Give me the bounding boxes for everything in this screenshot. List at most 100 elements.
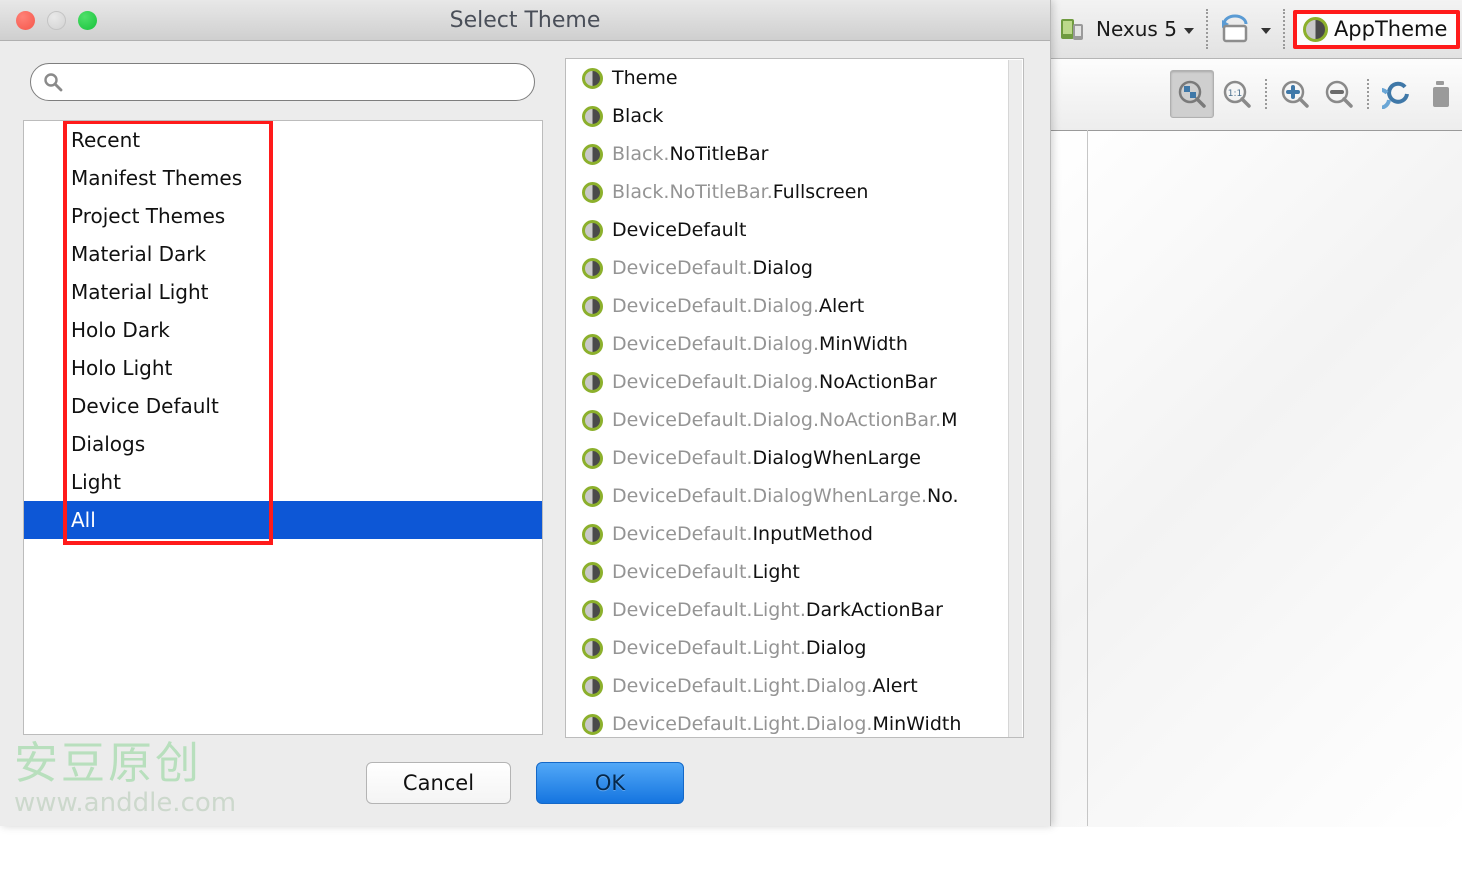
theme-prefix: DeviceDefault.Dialog. xyxy=(612,333,819,355)
theme-item[interactable]: DeviceDefault.Light.DarkActionBar xyxy=(566,591,1023,629)
theme-leaf: InputMethod xyxy=(752,523,873,545)
theme-prefix: DeviceDefault.Light. xyxy=(612,637,806,659)
theme-contrast-icon xyxy=(582,713,603,735)
theme-name-list[interactable]: Theme Black Black.NoTitleBar Black.NoTit… xyxy=(565,58,1024,738)
theme-contrast-icon xyxy=(582,637,603,659)
theme-contrast-icon xyxy=(582,333,603,355)
rotate-landscape-icon xyxy=(1221,14,1248,43)
theme-contrast-icon xyxy=(582,409,603,431)
theme-item[interactable]: DeviceDefault.Light.Dialog.Alert xyxy=(566,667,1023,705)
category-item-material-light[interactable]: Material Light xyxy=(24,273,542,311)
preview-zoom-toolbar: 1:1 xyxy=(1050,58,1462,130)
chevron-down-icon xyxy=(1183,28,1194,34)
theme-contrast-icon xyxy=(582,105,603,127)
chevron-down-icon-2 xyxy=(1260,28,1271,34)
ok-button[interactable]: OK xyxy=(536,762,684,804)
theme-contrast-icon xyxy=(582,561,603,583)
category-item-manifest-themes[interactable]: Manifest Themes xyxy=(24,159,542,197)
theme-prefix: DeviceDefault.Light.Dialog. xyxy=(612,675,873,697)
cancel-button[interactable]: Cancel xyxy=(366,762,511,804)
theme-item[interactable]: DeviceDefault.Light.Dialog xyxy=(566,629,1023,667)
theme-leaf: MinWidth xyxy=(872,713,962,735)
zoom-to-fit-icon[interactable] xyxy=(1170,70,1214,118)
theme-item[interactable]: DeviceDefault.Dialog.MinWidth xyxy=(566,325,1023,363)
category-item-project-themes[interactable]: Project Themes xyxy=(24,197,542,235)
theme-item[interactable]: DeviceDefault.Dialog xyxy=(566,249,1023,287)
theme-leaf: Dialog xyxy=(752,257,813,279)
theme-contrast-icon xyxy=(1302,16,1328,42)
search-box[interactable] xyxy=(30,63,535,101)
category-item-recent[interactable]: Recent xyxy=(24,121,542,159)
device-phone-tablet-icon xyxy=(1061,19,1083,40)
category-item-material-dark[interactable]: Material Dark xyxy=(24,235,542,273)
theme-contrast-icon xyxy=(582,485,603,507)
theme-item[interactable]: DeviceDefault.Dialog.Alert xyxy=(566,287,1023,325)
theme-contrast-icon xyxy=(582,181,603,203)
orientation-selector[interactable] xyxy=(1210,0,1281,58)
device-selector[interactable]: Nexus 5 xyxy=(1050,0,1204,58)
theme-contrast-icon xyxy=(582,67,603,89)
search-input[interactable] xyxy=(71,71,515,93)
dialog-button-row: Cancel OK xyxy=(0,762,1050,804)
toolbar-separator xyxy=(1265,79,1267,109)
theme-category-list[interactable]: Recent Manifest Themes Project Themes Ma… xyxy=(23,120,543,735)
theme-leaf: NoTitleBar xyxy=(669,143,769,165)
zoom-out-icon[interactable] xyxy=(1318,71,1360,117)
dialog-panels: Recent Manifest Themes Project Themes Ma… xyxy=(23,58,1024,738)
save-screenshot-icon[interactable] xyxy=(1420,71,1462,117)
theme-contrast-icon xyxy=(582,295,603,317)
theme-selector-button[interactable]: AppTheme xyxy=(1292,9,1461,49)
dialog-titlebar: Select Theme xyxy=(0,0,1050,41)
theme-prefix: DeviceDefault. xyxy=(612,523,753,545)
svg-text:1:1: 1:1 xyxy=(1228,89,1242,99)
theme-item[interactable]: DeviceDefault.Dialog.NoActionBar.M xyxy=(566,401,1023,439)
theme-contrast-icon xyxy=(582,675,603,697)
theme-item[interactable]: DeviceDefault.Light xyxy=(566,553,1023,591)
category-item-device-default[interactable]: Device Default xyxy=(24,387,542,425)
toolbar-separator-2 xyxy=(1367,79,1369,109)
theme-leaf: Dialog xyxy=(805,637,867,659)
search-icon xyxy=(44,73,63,92)
theme-leaf: Alert xyxy=(872,675,918,697)
theme-item[interactable]: DeviceDefault.Dialog.NoActionBar xyxy=(566,363,1023,401)
theme-prefix: DeviceDefault.Dialog.NoActionBar. xyxy=(612,409,942,431)
theme-list-scrollbar[interactable] xyxy=(1008,60,1022,737)
theme-item[interactable]: DeviceDefault.DialogWhenLarge.No. xyxy=(566,477,1023,515)
category-item-holo-dark[interactable]: Holo Dark xyxy=(24,311,542,349)
theme-leaf: Fullscreen xyxy=(772,181,869,203)
theme-contrast-icon xyxy=(582,447,603,469)
category-item-dialogs[interactable]: Dialogs xyxy=(24,425,542,463)
theme-leaf: No. xyxy=(927,485,959,507)
theme-prefix: DeviceDefault.Light. xyxy=(612,599,806,621)
layout-preview-pane: 6:00 Calculator C DEL / 7 8 9 4 5 xyxy=(1050,130,1462,827)
theme-leaf: MinWidth xyxy=(819,333,908,355)
theme-contrast-icon xyxy=(582,257,603,279)
theme-item[interactable]: DeviceDefault.DialogWhenLarge xyxy=(566,439,1023,477)
refresh-icon[interactable] xyxy=(1376,71,1418,117)
theme-leaf: Alert xyxy=(819,295,865,317)
theme-item[interactable]: DeviceDefault.Light.Dialog.MinWidth xyxy=(566,705,1023,737)
category-item-holo-light[interactable]: Holo Light xyxy=(24,349,542,387)
theme-item[interactable]: Black xyxy=(566,97,1023,135)
theme-item[interactable]: Theme xyxy=(566,59,1023,97)
theme-prefix: DeviceDefault. xyxy=(612,257,753,279)
category-item-all[interactable]: All xyxy=(24,501,542,539)
theme-leaf: DialogWhenLarge xyxy=(752,447,921,469)
zoom-in-icon[interactable] xyxy=(1274,71,1316,117)
theme-prefix: DeviceDefault. xyxy=(612,447,753,469)
theme-item[interactable]: Black.NoTitleBar.Fullscreen xyxy=(566,173,1023,211)
theme-contrast-icon xyxy=(582,599,603,621)
theme-contrast-icon xyxy=(582,219,603,241)
theme-prefix: Black. xyxy=(612,143,670,165)
theme-prefix: Black.NoTitleBar. xyxy=(612,181,773,203)
theme-item[interactable]: DeviceDefault xyxy=(566,211,1023,249)
theme-item[interactable]: DeviceDefault.InputMethod xyxy=(566,515,1023,553)
theme-name-label: AppTheme xyxy=(1333,17,1448,41)
theme-leaf: M xyxy=(941,409,958,431)
theme-leaf: Theme xyxy=(612,67,678,89)
theme-item[interactable]: Black.NoTitleBar xyxy=(566,135,1023,173)
theme-leaf: Black xyxy=(612,105,664,127)
select-theme-dialog: Select Theme Recent Manifest Themes Proj… xyxy=(0,0,1051,826)
zoom-actual-size-icon[interactable]: 1:1 xyxy=(1216,71,1258,117)
category-item-light[interactable]: Light xyxy=(24,463,542,501)
